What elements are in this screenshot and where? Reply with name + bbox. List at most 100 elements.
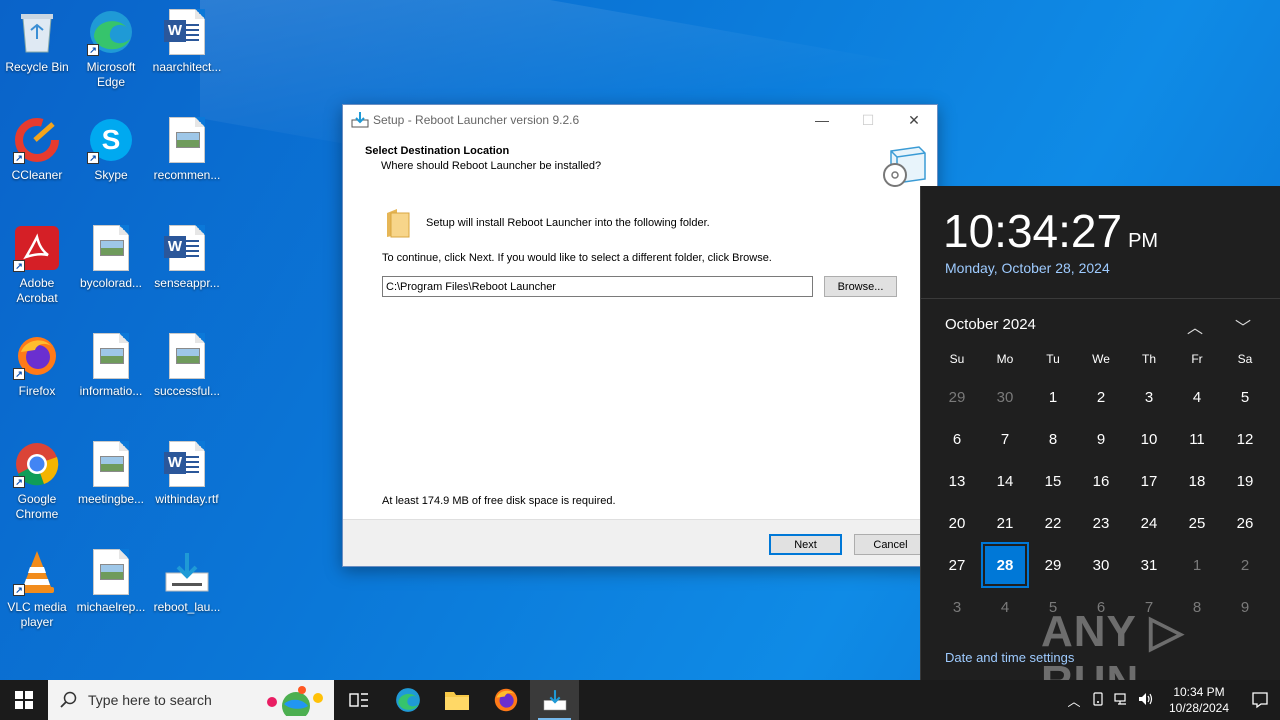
clock-ampm: PM (1128, 230, 1159, 252)
desktop-icon-image-file[interactable]: successful... (150, 332, 224, 399)
task-view-button[interactable] (334, 680, 383, 720)
desktop-icon-image-file[interactable]: bycolorad... (74, 224, 148, 291)
edge-icon: ↗ (87, 8, 135, 56)
previous-month-chevron-icon[interactable]: ︿ (1187, 314, 1203, 338)
desktop-icon-recycle-bin[interactable]: Recycle Bin (0, 8, 74, 75)
desktop-icon-image-file[interactable]: recommen... (150, 116, 224, 183)
setup-dialog[interactable]: Setup - Reboot Launcher version 9.2.6 — … (342, 104, 938, 567)
desktop-icon-adobe-acrobat[interactable]: ↗ Adobe Acrobat (0, 224, 74, 306)
calendar-day[interactable]: 30 (981, 376, 1029, 418)
action-center-button[interactable] (1240, 680, 1280, 720)
cancel-button[interactable]: Cancel (854, 534, 927, 555)
calendar-day[interactable]: 14 (981, 460, 1029, 502)
calendar-day[interactable]: 13 (933, 460, 981, 502)
calendar-day[interactable]: 1 (1029, 376, 1077, 418)
calendar-day[interactable]: 4 (1173, 376, 1221, 418)
shortcut-arrow-icon: ↗ (13, 152, 25, 164)
calendar-day[interactable]: 1 (1173, 544, 1221, 586)
volume-icon[interactable] (1134, 692, 1158, 709)
image-file-icon (87, 440, 135, 488)
calendar-month-label[interactable]: October 2024 (945, 316, 1036, 333)
taskbar-setup-installer[interactable] (530, 680, 579, 720)
calendar-day[interactable]: 26 (1221, 502, 1269, 544)
calendar-day[interactable]: 19 (1221, 460, 1269, 502)
taskbar: Type here to search ︿ 10:34 PM 10/28/202… (0, 680, 1280, 720)
calendar-day[interactable]: 29 (1029, 544, 1077, 586)
firefox-icon (494, 688, 517, 712)
calendar-day[interactable]: 10 (1125, 418, 1173, 460)
desktop-icon-vlc[interactable]: ↗ VLC media player (0, 548, 74, 630)
calendar-day[interactable]: 6 (933, 418, 981, 460)
calendar-day[interactable]: 21 (981, 502, 1029, 544)
desktop-icon-skype[interactable]: S ↗ Skype (74, 116, 148, 183)
calendar-day[interactable]: 15 (1029, 460, 1077, 502)
close-button[interactable]: ✕ (891, 105, 937, 135)
calendar-day[interactable]: 31 (1125, 544, 1173, 586)
taskbar-clock[interactable]: 10:34 PM 10/28/2024 (1166, 684, 1232, 716)
calendar-day[interactable]: 29 (933, 376, 981, 418)
desktop-icon-image-file[interactable]: informatio... (74, 332, 148, 399)
installer-download-icon (163, 548, 211, 596)
taskbar-search-box[interactable]: Type here to search (48, 680, 334, 720)
calendar-day[interactable]: 9 (1077, 418, 1125, 460)
desktop-icon-label: recommen... (153, 168, 221, 182)
firefox-icon: ↗ (13, 332, 61, 380)
calendar-day[interactable]: 25 (1173, 502, 1221, 544)
calendar-day[interactable]: 24 (1125, 502, 1173, 544)
calendar-day[interactable]: 12 (1221, 418, 1269, 460)
calendar-day[interactable]: 3 (933, 586, 981, 628)
desktop-icon-microsoft-edge[interactable]: ↗ Microsoft Edge (74, 8, 148, 90)
dialog-titlebar[interactable]: Setup - Reboot Launcher version 9.2.6 — … (343, 105, 937, 135)
calendar-day[interactable]: 17 (1125, 460, 1173, 502)
browse-button[interactable]: Browse... (824, 276, 897, 297)
next-month-chevron-icon[interactable]: ﹀ (1235, 314, 1251, 338)
desktop-icon-word-file[interactable]: W naarchitect... (150, 8, 224, 75)
start-button[interactable] (0, 680, 48, 720)
calendar-day-today[interactable]: 28 (981, 542, 1029, 588)
calendar-day[interactable]: 8 (1029, 418, 1077, 460)
dialog-title: Setup - Reboot Launcher version 9.2.6 (373, 113, 580, 127)
destination-path-input[interactable] (382, 276, 813, 297)
desktop-icon-image-file[interactable]: michaelrep... (74, 548, 148, 615)
minimize-button[interactable]: — (799, 105, 845, 135)
desktop-icon-firefox[interactable]: ↗ Firefox (0, 332, 74, 399)
calendar-day[interactable]: 7 (981, 418, 1029, 460)
calendar-day[interactable]: 2 (1077, 376, 1125, 418)
calendar-day[interactable]: 3 (1125, 376, 1173, 418)
next-button[interactable]: Next (769, 534, 842, 555)
calendar-day[interactable]: 20 (933, 502, 981, 544)
desktop-icon-ccleaner[interactable]: ↗ CCleaner (0, 116, 74, 183)
network-icon[interactable] (1110, 692, 1134, 709)
desktop-icon-installer[interactable]: reboot_lau... (150, 548, 224, 615)
desktop-icon-label: Firefox (18, 384, 56, 398)
desktop-icon-image-file[interactable]: meetingbe... (74, 440, 148, 507)
weekday-header: Th (1141, 352, 1156, 366)
shortcut-arrow-icon: ↗ (87, 152, 99, 164)
folder-icon (387, 209, 410, 238)
shortcut-arrow-icon: ↗ (13, 584, 25, 596)
calendar-day[interactable]: 11 (1173, 418, 1221, 460)
desktop-icon-word-file[interactable]: W withinday.rtf (150, 440, 224, 507)
taskbar-firefox[interactable] (481, 680, 530, 720)
desktop-icon-label: naarchitect... (152, 60, 222, 74)
calendar-day[interactable]: 5 (1221, 376, 1269, 418)
calendar-day[interactable]: 23 (1077, 502, 1125, 544)
desktop-icon-label: VLC media player (7, 600, 67, 629)
calendar-day[interactable]: 22 (1029, 502, 1077, 544)
desktop-icon-google-chrome[interactable]: ↗ Google Chrome (0, 440, 74, 522)
calendar-day[interactable]: 2 (1221, 544, 1269, 586)
flyout-date-link[interactable]: Monday, October 28, 2024 (945, 260, 1110, 276)
clock-calendar-flyout[interactable]: 10:34:27 PM Monday, October 28, 2024 Octo… (920, 186, 1280, 706)
calendar-day[interactable]: 4 (981, 586, 1029, 628)
calendar-day[interactable]: 27 (933, 544, 981, 586)
desktop-icon-word-file[interactable]: W senseappr... (150, 224, 224, 291)
calendar-day[interactable]: 30 (1077, 544, 1125, 586)
calendar-day[interactable]: 16 (1077, 460, 1125, 502)
taskbar-edge[interactable] (383, 680, 432, 720)
taskbar-file-explorer[interactable] (432, 680, 481, 720)
show-hidden-icons-chevron-icon[interactable]: ︿ (1062, 691, 1086, 710)
weekday-header: Fr (1191, 352, 1203, 366)
device-icon[interactable] (1086, 691, 1110, 709)
calendar-day[interactable]: 18 (1173, 460, 1221, 502)
image-file-icon (87, 224, 135, 272)
